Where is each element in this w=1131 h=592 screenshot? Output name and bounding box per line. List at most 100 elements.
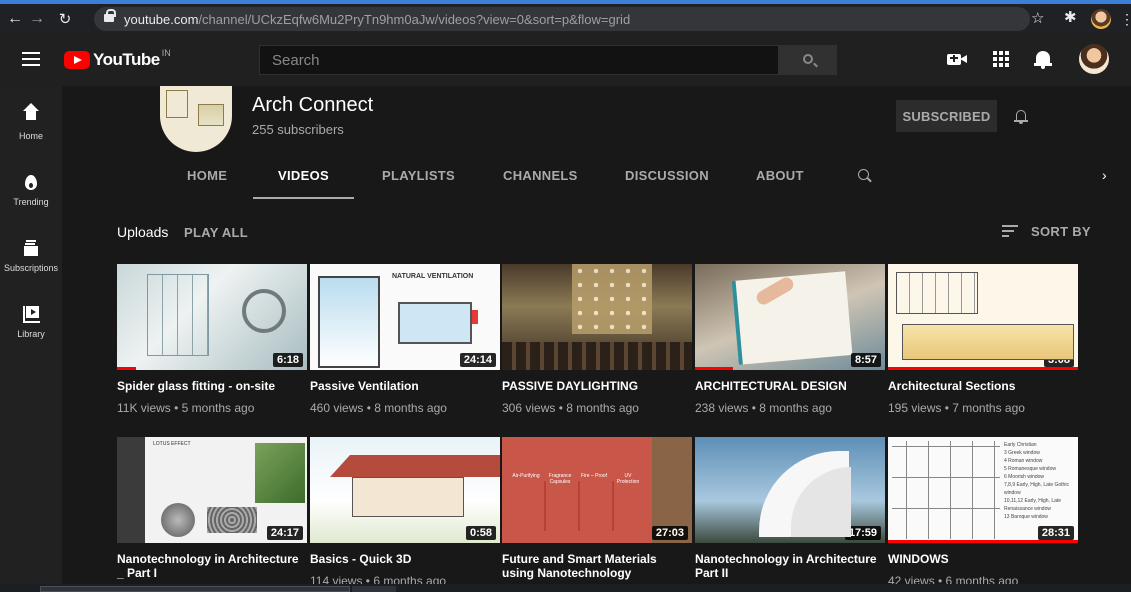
- youtube-logo[interactable]: YouTube IN: [64, 48, 171, 70]
- tab-home[interactable]: HOME: [187, 165, 227, 205]
- guide-item-trending[interactable]: Trending: [0, 172, 62, 207]
- video-thumbnail[interactable]: Early Christian 3 Greek window 4 Roman w…: [888, 437, 1078, 543]
- video-duration: 3:08: [1043, 353, 1074, 367]
- browser-toolbar: ← → ↻ youtube.com/channel/UCkzEqfw6Mu2Pr…: [0, 4, 1131, 34]
- library-icon: [23, 306, 40, 323]
- guide-item-label: Library: [17, 329, 45, 339]
- video-thumbnail[interactable]: 17:59: [695, 437, 885, 543]
- channel-search-icon[interactable]: [858, 169, 869, 180]
- flame-icon: [25, 174, 37, 190]
- video-thumbnail[interactable]: NATURAL VENTILATION 24:14: [310, 264, 500, 370]
- notifications-bell-icon[interactable]: [1032, 48, 1054, 70]
- search-box: [259, 45, 779, 75]
- video-thumbnail[interactable]: 0:58: [310, 437, 500, 543]
- thumbnail-image: [161, 503, 195, 537]
- video-title[interactable]: WINDOWS: [888, 552, 1078, 566]
- video-duration: 8:57: [850, 353, 881, 367]
- video-meta: 195 views • 7 months ago: [888, 401, 1025, 415]
- channel-tabs: HOME VIDEOS PLAYLISTS CHANNELS DISCUSSIO…: [62, 165, 1131, 205]
- watch-progress-bar: [888, 540, 1078, 543]
- thumbnail-block-label: Fire – Proof: [580, 473, 608, 479]
- address-url[interactable]: youtube.com/channel/UCkzEqfw6Mu2PryTn9hm…: [124, 12, 630, 27]
- hamburger-menu-icon[interactable]: [22, 52, 40, 66]
- video-card[interactable]: 28:58 PASSIVE DAYLIGHTING 306 views • 8 …: [502, 264, 692, 415]
- thumbnail-block-label: Fragrance Capsules: [548, 473, 572, 485]
- search-button[interactable]: [779, 45, 837, 75]
- video-thumbnail[interactable]: Air-Purifying Fragrance Capsules Fire – …: [502, 437, 692, 543]
- lock-icon: [104, 9, 116, 24]
- guide-item-subscriptions[interactable]: Subscriptions: [0, 238, 62, 273]
- extensions-puzzle-icon[interactable]: ✱: [1064, 8, 1077, 26]
- section-title: Uploads: [117, 224, 169, 240]
- tab-playlists[interactable]: PLAYLISTS: [382, 165, 455, 205]
- search-icon: [803, 54, 813, 64]
- video-card[interactable]: Early Christian 3 Greek window 4 Roman w…: [888, 437, 1078, 588]
- tab-videos[interactable]: VIDEOS: [253, 165, 354, 199]
- subscriber-count: 255 subscribers: [252, 122, 344, 137]
- os-taskbar: [0, 584, 1131, 592]
- tab-about[interactable]: ABOUT: [756, 165, 804, 205]
- logo-text: YouTube: [93, 50, 160, 69]
- channel-notification-bell-icon[interactable]: [1014, 108, 1028, 124]
- play-all-button[interactable]: PLAY ALL: [184, 225, 248, 240]
- video-card[interactable]: 17:59 Nanotechnology in Architecture Par…: [695, 437, 885, 580]
- chevron-right-icon[interactable]: ›: [1102, 167, 1107, 183]
- browser-menu-icon[interactable]: ⋮: [1120, 11, 1131, 28]
- video-card[interactable]: LOTUS EFFECT 24:17 Nanotechnology in Arc…: [117, 437, 307, 580]
- video-card[interactable]: 3:08 Architectural Sections 195 views • …: [888, 264, 1078, 415]
- arrow-right-icon[interactable]: →: [26, 10, 48, 28]
- video-title[interactable]: ARCHITECTURAL DESIGN: [695, 379, 885, 393]
- channel-avatar[interactable]: [160, 86, 232, 152]
- taskbar-item[interactable]: [352, 586, 396, 592]
- watch-progress-bar: [888, 367, 1078, 370]
- sort-by-button[interactable]: SORT BY: [1031, 224, 1091, 239]
- video-duration: 6:18: [272, 353, 303, 367]
- video-card[interactable]: 0:58 Basics - Quick 3D 114 views • 6 mon…: [310, 437, 500, 588]
- video-title[interactable]: Nanotechnology in Architecture _ Part I: [117, 552, 307, 580]
- address-bar[interactable]: youtube.com/channel/UCkzEqfw6Mu2PryTn9hm…: [94, 7, 1030, 31]
- reload-icon[interactable]: ↻: [54, 10, 76, 28]
- video-duration: 28:31: [1037, 526, 1074, 540]
- search-input[interactable]: [260, 46, 778, 74]
- video-title[interactable]: Nanotechnology in Architecture Part II: [695, 552, 885, 580]
- guide-item-label: Home: [18, 131, 43, 141]
- thumbnail-block-label: Air-Purifying: [512, 473, 540, 479]
- video-card[interactable]: Air-Purifying Fragrance Capsules Fire – …: [502, 437, 692, 580]
- video-thumbnail[interactable]: LOTUS EFFECT 24:17: [117, 437, 307, 543]
- tab-channels[interactable]: CHANNELS: [503, 165, 578, 205]
- video-duration: 24:14: [459, 353, 496, 367]
- video-title[interactable]: Future and Smart Materials using Nanotec…: [502, 552, 692, 580]
- video-thumbnail[interactable]: 28:58: [502, 264, 692, 370]
- video-thumbnail[interactable]: 3:08: [888, 264, 1078, 370]
- bookmark-star-icon[interactable]: ☆: [1031, 9, 1044, 27]
- sort-icon[interactable]: [1002, 225, 1018, 237]
- video-card[interactable]: 8:57 ARCHITECTURAL DESIGN 238 views • 8 …: [695, 264, 885, 415]
- video-title[interactable]: Passive Ventilation: [310, 379, 500, 393]
- legend-line: 5 Romanesque window: [1004, 466, 1056, 472]
- video-thumbnail[interactable]: 6:18: [117, 264, 307, 370]
- youtube-play-icon: [64, 51, 90, 69]
- taskbar-item[interactable]: [40, 586, 350, 592]
- video-title[interactable]: PASSIVE DAYLIGHTING: [502, 379, 692, 393]
- guide-item-home[interactable]: Home: [0, 103, 62, 141]
- create-video-icon[interactable]: [946, 48, 968, 70]
- account-avatar[interactable]: [1079, 44, 1109, 74]
- video-card[interactable]: 6:18 Spider glass fitting - on-site 11K …: [117, 264, 307, 415]
- channel-name: Arch Connect: [252, 94, 374, 116]
- guide-item-label: Subscriptions: [3, 263, 59, 273]
- subscribed-button[interactable]: SUBSCRIBED: [896, 100, 997, 132]
- tab-discussion[interactable]: DISCUSSION: [625, 165, 709, 205]
- video-title[interactable]: Spider glass fitting - on-site: [117, 379, 307, 393]
- video-meta: 460 views • 8 months ago: [310, 401, 447, 415]
- thumbnail-legend: Early Christian 3 Greek window 4 Roman w…: [1004, 441, 1078, 521]
- browser-profile-avatar[interactable]: [1091, 9, 1111, 29]
- video-card[interactable]: NATURAL VENTILATION 24:14 Passive Ventil…: [310, 264, 500, 415]
- legend-line: 13 Baroque window: [1004, 514, 1048, 520]
- apps-grid-icon[interactable]: [990, 48, 1012, 70]
- video-thumbnail[interactable]: 8:57: [695, 264, 885, 370]
- arrow-left-icon[interactable]: ←: [4, 10, 26, 28]
- guide-item-library[interactable]: Library: [0, 304, 62, 339]
- guide-item-label: Trending: [13, 197, 49, 207]
- video-title[interactable]: Architectural Sections: [888, 379, 1078, 393]
- video-title[interactable]: Basics - Quick 3D: [310, 552, 500, 566]
